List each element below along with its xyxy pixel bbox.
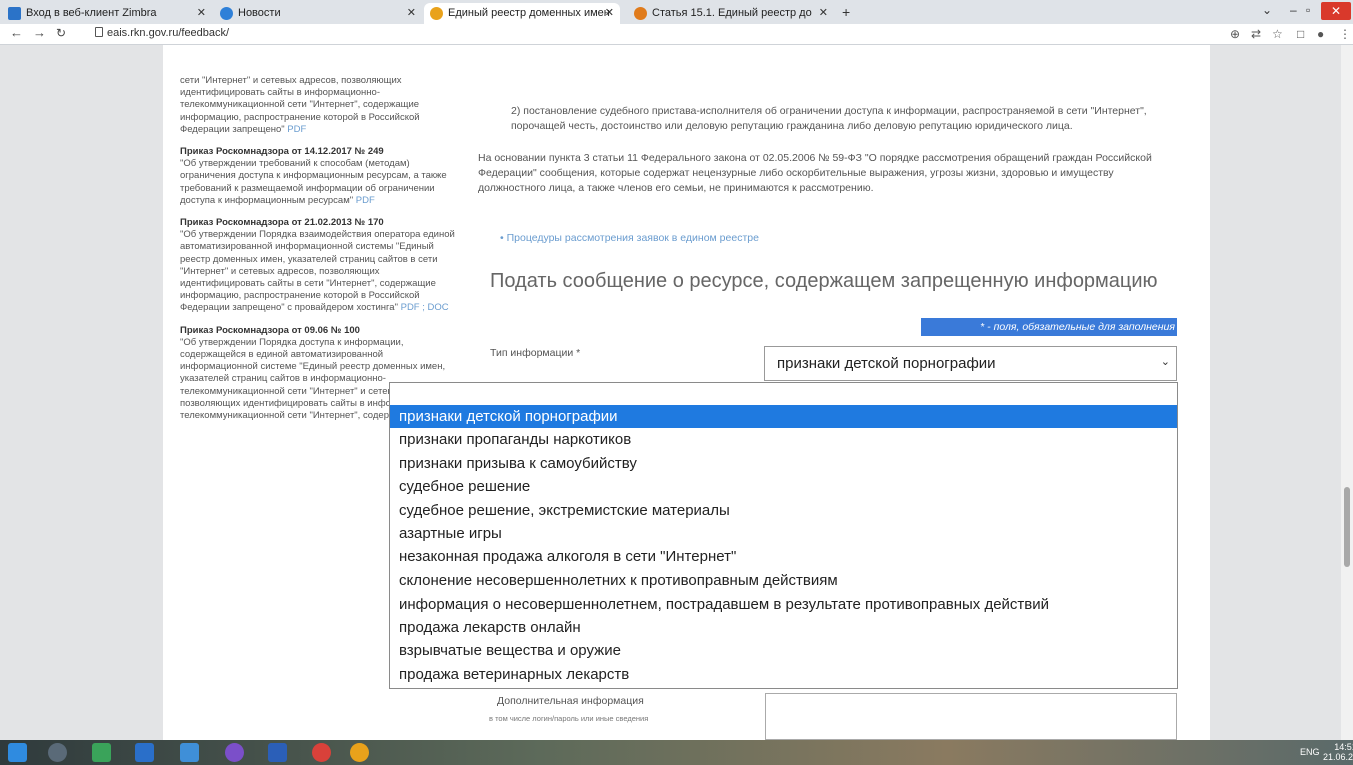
doc-description: "Об утверждении Порядка взаимодействия о…: [180, 229, 455, 314]
minimize-button[interactable]: –: [1290, 3, 1297, 17]
doc-title: Приказ Роскомнадзора от 14.12.2017 № 249: [180, 146, 384, 158]
doc-title: Приказ Роскомнадзора от 09.06 № 100: [180, 324, 360, 336]
news-icon: [220, 7, 233, 20]
close-icon[interactable]: ✕: [197, 6, 206, 19]
chevron-down-icon[interactable]: ⌄: [1262, 3, 1272, 17]
procedures-link[interactable]: • Процедуры рассмотрения заявок в едином…: [500, 232, 759, 244]
blue-app-icon[interactable]: [135, 743, 154, 762]
close-icon[interactable]: ✕: [819, 6, 828, 19]
tab-title: Вход в веб-клиент Zimbra: [26, 7, 157, 19]
dropdown-option[interactable]: информация о несовершеннолетнем, пострад…: [390, 593, 1177, 616]
browser-tab-news[interactable]: Новости ✕: [214, 3, 422, 24]
extra-info-sublabel: в том числе логин/пароль или иные сведен…: [489, 714, 649, 723]
viber-icon[interactable]: [225, 743, 244, 762]
tab-title: Новости: [238, 7, 281, 19]
type-label: Тип информации *: [490, 347, 581, 359]
extensions-icon[interactable]: □: [1297, 27, 1304, 41]
dropdown-option[interactable]: азартные игры: [390, 522, 1177, 545]
pdf-link[interactable]: PDF: [356, 195, 375, 206]
green-app-icon[interactable]: [92, 743, 111, 762]
clock[interactable]: 14:51 21.06.2021: [1323, 742, 1353, 762]
dropdown-option[interactable]: продажа лекарств онлайн: [390, 616, 1177, 639]
browser-tab-zimbra[interactable]: Вход в веб-клиент Zimbra ✕: [2, 3, 212, 24]
translate-icon[interactable]: ⇄: [1251, 27, 1261, 41]
address-bar: ← → ↻ eais.rkn.gov.ru/feedback/ ⊕ ⇄ ☆ □ …: [0, 24, 1353, 45]
pdf-link[interactable]: PDF: [287, 124, 306, 135]
scrollbar-thumb[interactable]: [1344, 487, 1350, 567]
scrollbar[interactable]: [1341, 45, 1353, 740]
browser-tab-registry[interactable]: Единый реестр доменных имен ✕: [424, 3, 620, 24]
extra-info-textarea[interactable]: [765, 693, 1177, 740]
item2-text: 2) постановление судебного пристава-испо…: [511, 105, 1147, 132]
back-icon[interactable]: ←: [10, 25, 23, 40]
doc-description: "Об утверждении требований к способам (м…: [180, 158, 447, 206]
dropdown-option[interactable]: признаки детской порнографии: [390, 405, 1177, 428]
type-selected-value: признаки детской порнографии: [777, 355, 996, 372]
zoom-icon[interactable]: ⊕: [1230, 27, 1240, 41]
url-field[interactable]: eais.rkn.gov.ru/feedback/: [107, 27, 229, 39]
emblem-icon: [430, 7, 443, 20]
dropdown-option[interactable]: незаконная продажа алкоголя в сети "Инте…: [390, 545, 1177, 568]
search-icon[interactable]: [48, 743, 67, 762]
browser-tab-article[interactable]: Статья 15.1. Единый реестр до ✕: [628, 3, 834, 24]
doc-links[interactable]: PDF ; DOC: [401, 302, 449, 313]
extra-info-label: Дополнительная информация: [497, 695, 644, 707]
tab-title: Статья 15.1. Единый реестр до: [652, 7, 812, 19]
taskbar: ENG 14:51 21.06.2021: [0, 740, 1353, 765]
menu-icon[interactable]: ⋮: [1339, 27, 1351, 41]
reload-icon[interactable]: ↻: [56, 26, 66, 40]
dropdown-option[interactable]: взрывчатые вещества и оружие: [390, 639, 1177, 662]
type-select[interactable]: признаки детской порнографии ⌄: [764, 346, 1177, 381]
type-dropdown[interactable]: признаки детской порнографии признаки пр…: [389, 382, 1178, 689]
close-icon[interactable]: ✕: [605, 6, 614, 19]
dropdown-option[interactable]: признаки пропаганды наркотиков: [390, 428, 1177, 451]
word-icon[interactable]: [268, 743, 287, 762]
tab-title: Единый реестр доменных имен: [448, 7, 610, 19]
basis-text: На основании пункта 3 статьи 11 Федераль…: [478, 152, 1152, 194]
lock-icon: [95, 27, 103, 37]
dropdown-option[interactable]: продажа ветеринарных лекарств: [390, 663, 1177, 686]
chrome-icon[interactable]: [350, 743, 369, 762]
zimbra-icon: [8, 7, 21, 20]
language-indicator[interactable]: ENG: [1300, 747, 1320, 757]
required-note: * - поля, обязательные для заполнения: [921, 318, 1177, 336]
close-window-button[interactable]: ✕: [1321, 2, 1351, 20]
sidebar-intro: сети "Интернет" и сетевых адресов, позво…: [180, 75, 420, 135]
app-icon[interactable]: [180, 743, 199, 762]
new-tab-button[interactable]: +: [842, 4, 850, 20]
right-margin: [1210, 45, 1341, 740]
forward-icon[interactable]: →: [33, 25, 46, 40]
profile-icon[interactable]: ●: [1317, 27, 1324, 41]
dropdown-option[interactable]: судебное решение, экстремистские материа…: [390, 499, 1177, 522]
chevron-down-icon: ⌄: [1160, 356, 1170, 368]
close-icon[interactable]: ✕: [407, 6, 416, 19]
tab-bar: Вход в веб-клиент Zimbra ✕ Новости ✕ Еди…: [0, 0, 1353, 24]
yandex-icon[interactable]: [312, 743, 331, 762]
dropdown-option[interactable]: склонение несовершеннолетних к противопр…: [390, 569, 1177, 592]
start-icon[interactable]: [8, 743, 27, 762]
maximize-button[interactable]: ▫: [1306, 3, 1310, 17]
dropdown-option[interactable]: судебное решение: [390, 475, 1177, 498]
dropdown-option[interactable]: признаки призыва к самоубийству: [390, 452, 1177, 475]
doc-title: Приказ Роскомнадзора от 21.02.2013 № 170: [180, 217, 384, 229]
star-icon[interactable]: ☆: [1272, 27, 1283, 41]
form-heading: Подать сообщение о ресурсе, содержащем з…: [490, 270, 1158, 292]
consultant-icon: [634, 7, 647, 20]
left-margin: [0, 45, 163, 740]
documents-sidebar: сети "Интернет" и сетевых адресов, позво…: [180, 75, 455, 422]
